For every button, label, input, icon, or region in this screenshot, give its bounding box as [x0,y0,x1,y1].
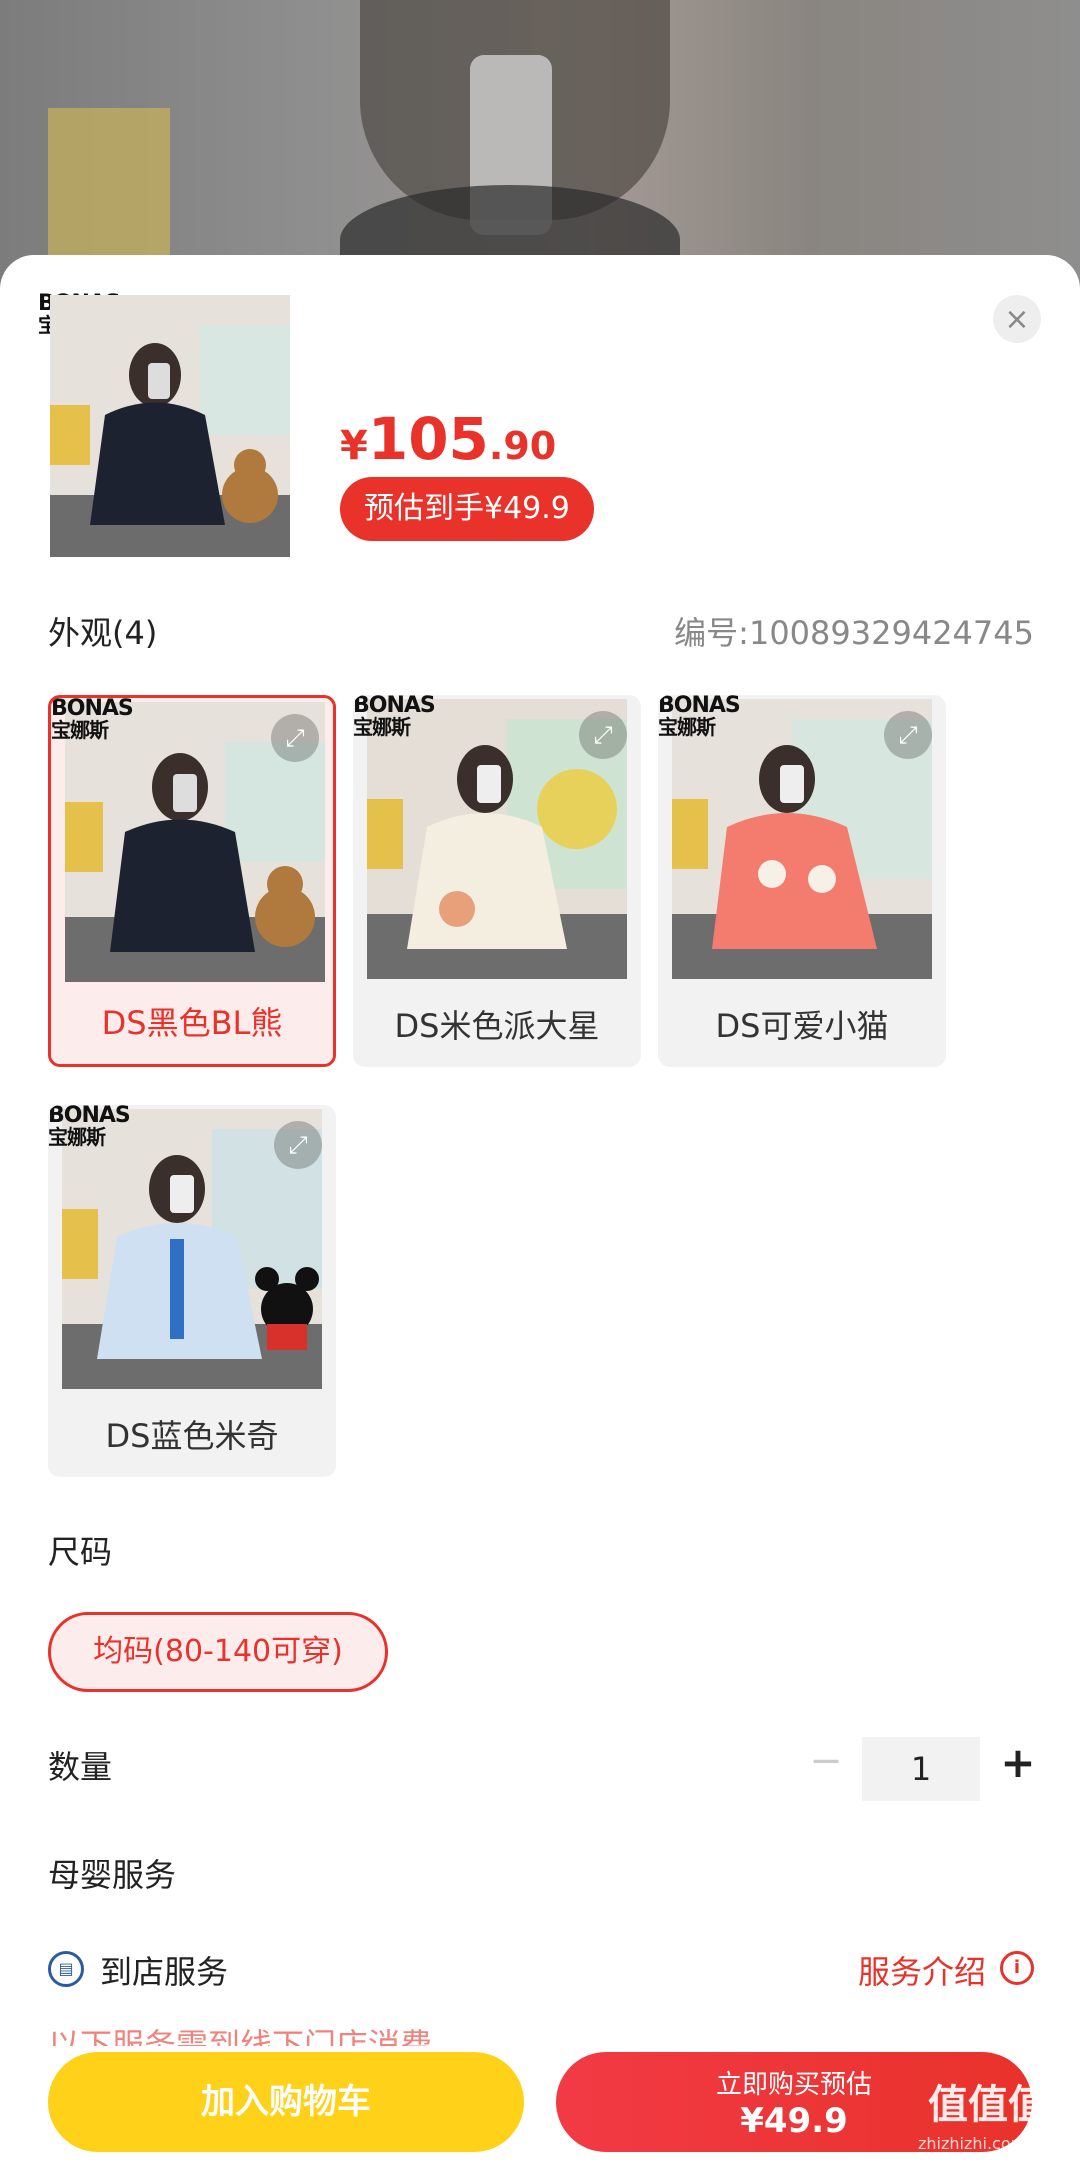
background-poster [48,108,170,268]
option-label: DS可爱小猫 [715,1007,889,1045]
option-brand-logo: BONAS 宝娜斯 [658,695,741,739]
quantity-title: 数量 [48,1748,113,1786]
size-option[interactable]: 均码(80-140可穿) [48,1612,388,1692]
sku-selector-sheet: BONAS 宝娜斯 × ¥105.90 预估到手¥49.9 外观(4) 编号:1… [0,255,1080,2167]
price: ¥105.90 [340,405,557,473]
option-label: DS蓝色米奇 [105,1417,279,1455]
expand-icon[interactable]: ⤢ [271,714,319,762]
quantity-increase-button[interactable]: + [998,1742,1038,1784]
option-brand-logo: BONAS 宝娜斯 [48,1105,131,1149]
option-label: DS黑色BL熊 [101,1004,283,1042]
add-to-cart-button[interactable]: 加入购物车 [48,2052,524,2152]
option-blue-mickey[interactable]: BONAS 宝娜斯 ⤢ DS蓝色米奇 [48,1105,336,1477]
appearance-title: 外观(4) [48,614,158,652]
quantity-decrease-button[interactable]: − [808,1741,844,1781]
service-title: 母婴服务 [48,1856,177,1894]
close-icon: × [1004,301,1030,337]
sku-code: 编号:1008932942474​5 [674,614,1034,652]
close-button[interactable]: × [993,295,1041,343]
store-service-label: 到店服务 [100,1953,229,1991]
expand-icon[interactable]: ⤢ [274,1121,322,1169]
option-black-bear[interactable]: BONAS 宝娜斯 ⤢ DS黑色BL熊 [48,695,336,1067]
option-brand-logo: BONAS 宝娜斯 [51,696,134,742]
expand-icon[interactable]: ⤢ [884,711,932,759]
store-icon: ▤ [48,1951,84,1987]
option-cute-cat[interactable]: BONAS 宝娜斯 ⤢ DS可爱小猫 [658,695,946,1067]
watermark-logo: 值值值 [928,2082,1048,2128]
estimated-price-badge: 预估到手¥49.9 [340,477,594,541]
watermark-url: zhizhizhi.com [918,2134,1027,2153]
size-title: 尺码 [48,1533,113,1571]
option-beige-patrick[interactable]: BONAS 宝娜斯 ⤢ DS米色派大星 [353,695,641,1067]
option-label: DS米色派大星 [394,1007,600,1045]
info-icon[interactable]: i [1000,1951,1034,1985]
option-brand-logo: BONAS 宝娜斯 [353,695,436,739]
background-product-photo [0,0,1080,290]
service-note: 以下服务需到线下门店消费 [48,2026,433,2046]
quantity-input[interactable]: 1 [862,1737,980,1801]
expand-icon[interactable]: ⤢ [579,711,627,759]
service-intro-link[interactable]: 服务介绍 [858,1947,986,1993]
product-thumbnail[interactable] [50,295,290,557]
